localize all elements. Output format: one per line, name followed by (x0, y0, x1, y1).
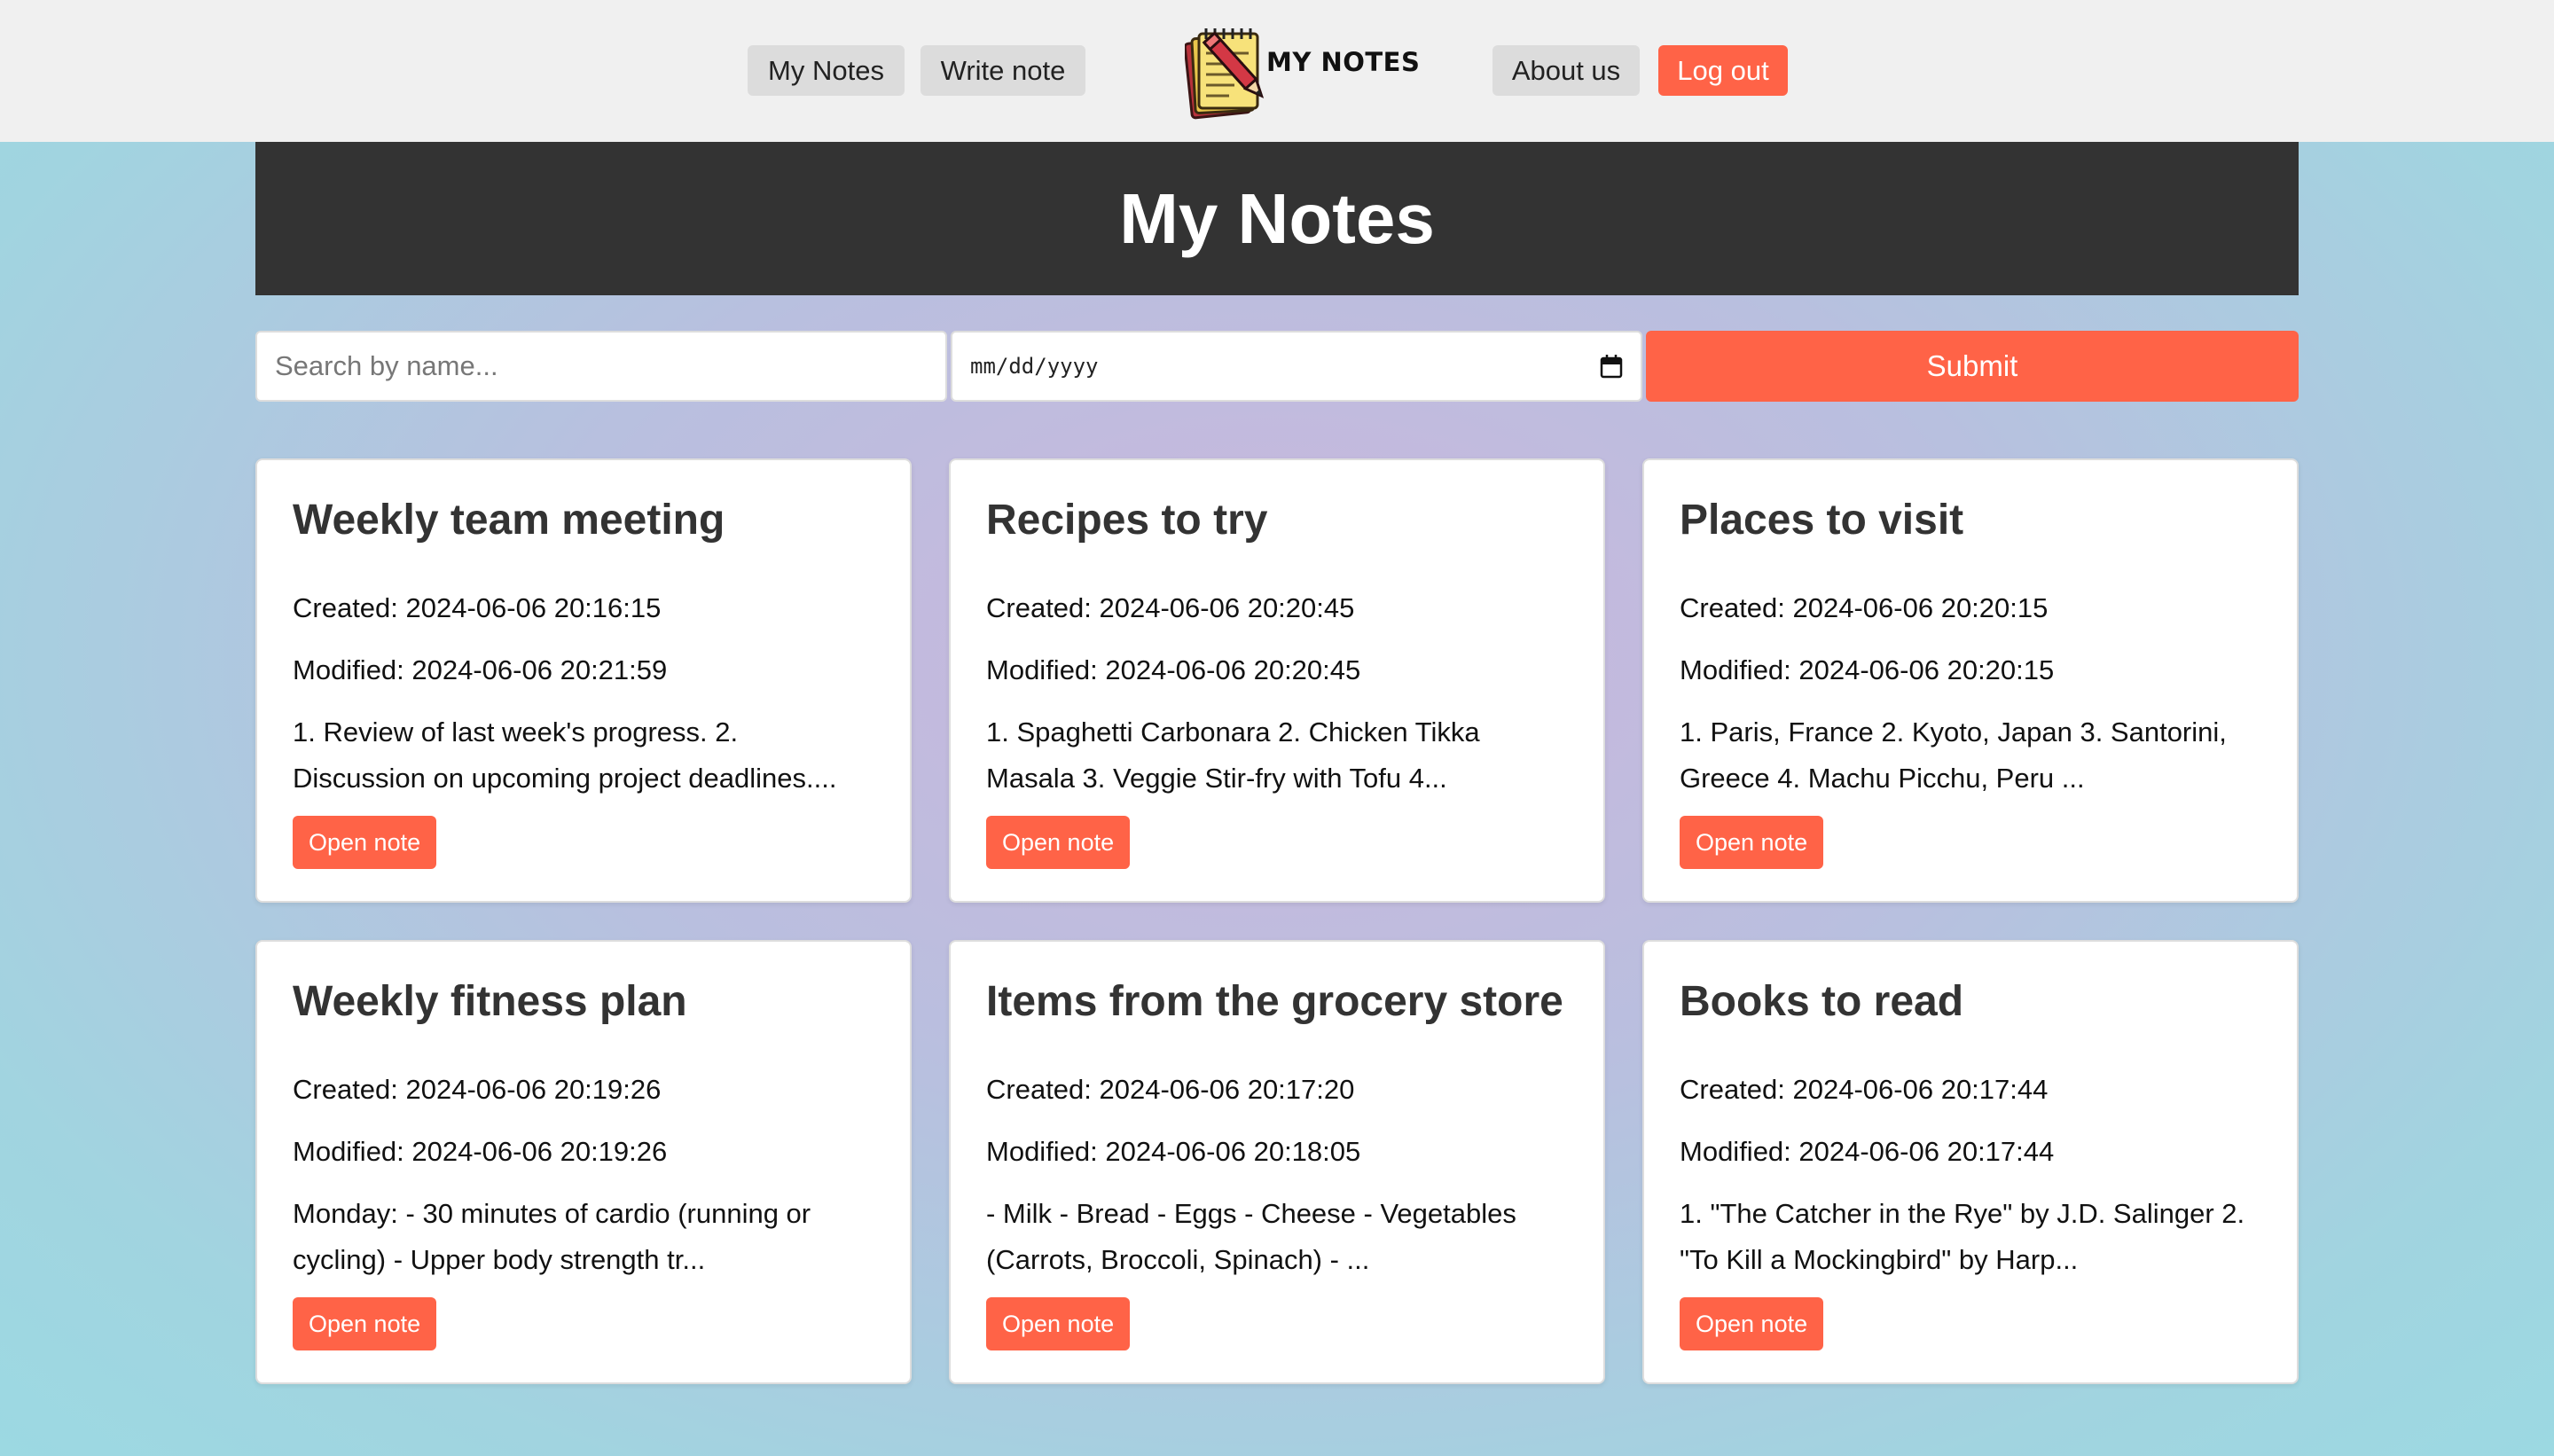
note-title: Items from the grocery store (986, 978, 1563, 1025)
open-note-button[interactable]: Open note (293, 1297, 437, 1350)
note-card: Recipes to try Created: 2024-06-06 20:20… (949, 458, 1605, 903)
note-modified-date: Modified: 2024-06-06 20:21:59 (293, 654, 668, 685)
page-title: My Notes (1119, 178, 1435, 258)
note-created-date: Created: 2024-06-06 20:19:26 (293, 1074, 662, 1105)
open-note-button[interactable]: Open note (986, 816, 1131, 869)
note-preview: 1. Spaghetti Carbonara 2. Chicken Tikka … (986, 716, 1480, 794)
note-title: Books to read (1680, 978, 1964, 1025)
top-navbar: My Notes Write note MY NOTES About us Lo… (0, 0, 2554, 142)
note-created-date: Created: 2024-06-06 20:20:45 (986, 592, 1355, 623)
note-preview: Monday: - 30 minutes of cardio (running … (293, 1198, 811, 1275)
note-title: Places to visit (1680, 497, 1964, 544)
nav-log-out-button[interactable]: Log out (1658, 45, 1788, 96)
note-card: Places to visit Created: 2024-06-06 20:2… (1642, 458, 2299, 903)
note-modified-date: Modified: 2024-06-06 20:18:05 (986, 1136, 1361, 1167)
note-created-date: Created: 2024-06-06 20:17:20 (986, 1074, 1355, 1105)
open-note-button[interactable]: Open note (1680, 1297, 1824, 1350)
notes-grid: Weekly team meeting Created: 2024-06-06 … (255, 458, 2299, 1384)
open-note-button[interactable]: Open note (293, 816, 437, 869)
note-preview: - Milk - Bread - Eggs - Cheese - Vegetab… (986, 1198, 1516, 1275)
date-placeholder: mm/dd/yyyy (970, 354, 1099, 379)
nav-write-note-button[interactable]: Write note (921, 45, 1085, 96)
note-card: Books to read Created: 2024-06-06 20:17:… (1642, 940, 2299, 1384)
submit-button[interactable]: Submit (1646, 331, 2299, 402)
note-created-date: Created: 2024-06-06 20:17:44 (1680, 1074, 2049, 1105)
nav-my-notes-button[interactable]: My Notes (748, 45, 905, 96)
note-card: Weekly team meeting Created: 2024-06-06 … (255, 458, 912, 903)
note-title: Weekly team meeting (293, 497, 725, 544)
note-card: Weekly fitness plan Created: 2024-06-06 … (255, 940, 912, 1384)
note-preview: 1. Paris, France 2. Kyoto, Japan 3. Sant… (1680, 716, 2227, 794)
note-modified-date: Modified: 2024-06-06 20:20:15 (1680, 654, 2055, 685)
date-filter-input[interactable]: mm/dd/yyyy (951, 331, 1642, 402)
search-name-input[interactable] (255, 331, 947, 402)
note-modified-date: Modified: 2024-06-06 20:20:45 (986, 654, 1361, 685)
note-modified-date: Modified: 2024-06-06 20:19:26 (293, 1136, 668, 1167)
logo-text: MY NOTES (1266, 47, 1421, 77)
calendar-icon[interactable] (1600, 354, 1623, 379)
note-created-date: Created: 2024-06-06 20:20:15 (1680, 592, 2049, 623)
note-preview: 1. Review of last week's progress. 2. Di… (293, 716, 837, 794)
note-title: Recipes to try (986, 497, 1268, 544)
open-note-button[interactable]: Open note (1680, 816, 1824, 869)
nav-about-us-button[interactable]: About us (1492, 45, 1640, 96)
note-preview: 1. "The Catcher in the Rye" by J.D. Sali… (1680, 1198, 2245, 1275)
search-bar: mm/dd/yyyy Submit (255, 331, 2299, 402)
notepad-pencil-icon (1185, 28, 1265, 120)
app-logo[interactable]: MY NOTES (1185, 16, 1420, 122)
page-header-banner: My Notes (255, 142, 2299, 295)
note-title: Weekly fitness plan (293, 978, 687, 1025)
open-note-button[interactable]: Open note (986, 1297, 1131, 1350)
note-modified-date: Modified: 2024-06-06 20:17:44 (1680, 1136, 2055, 1167)
note-card: Items from the grocery store Created: 20… (949, 940, 1605, 1384)
note-created-date: Created: 2024-06-06 20:16:15 (293, 592, 662, 623)
